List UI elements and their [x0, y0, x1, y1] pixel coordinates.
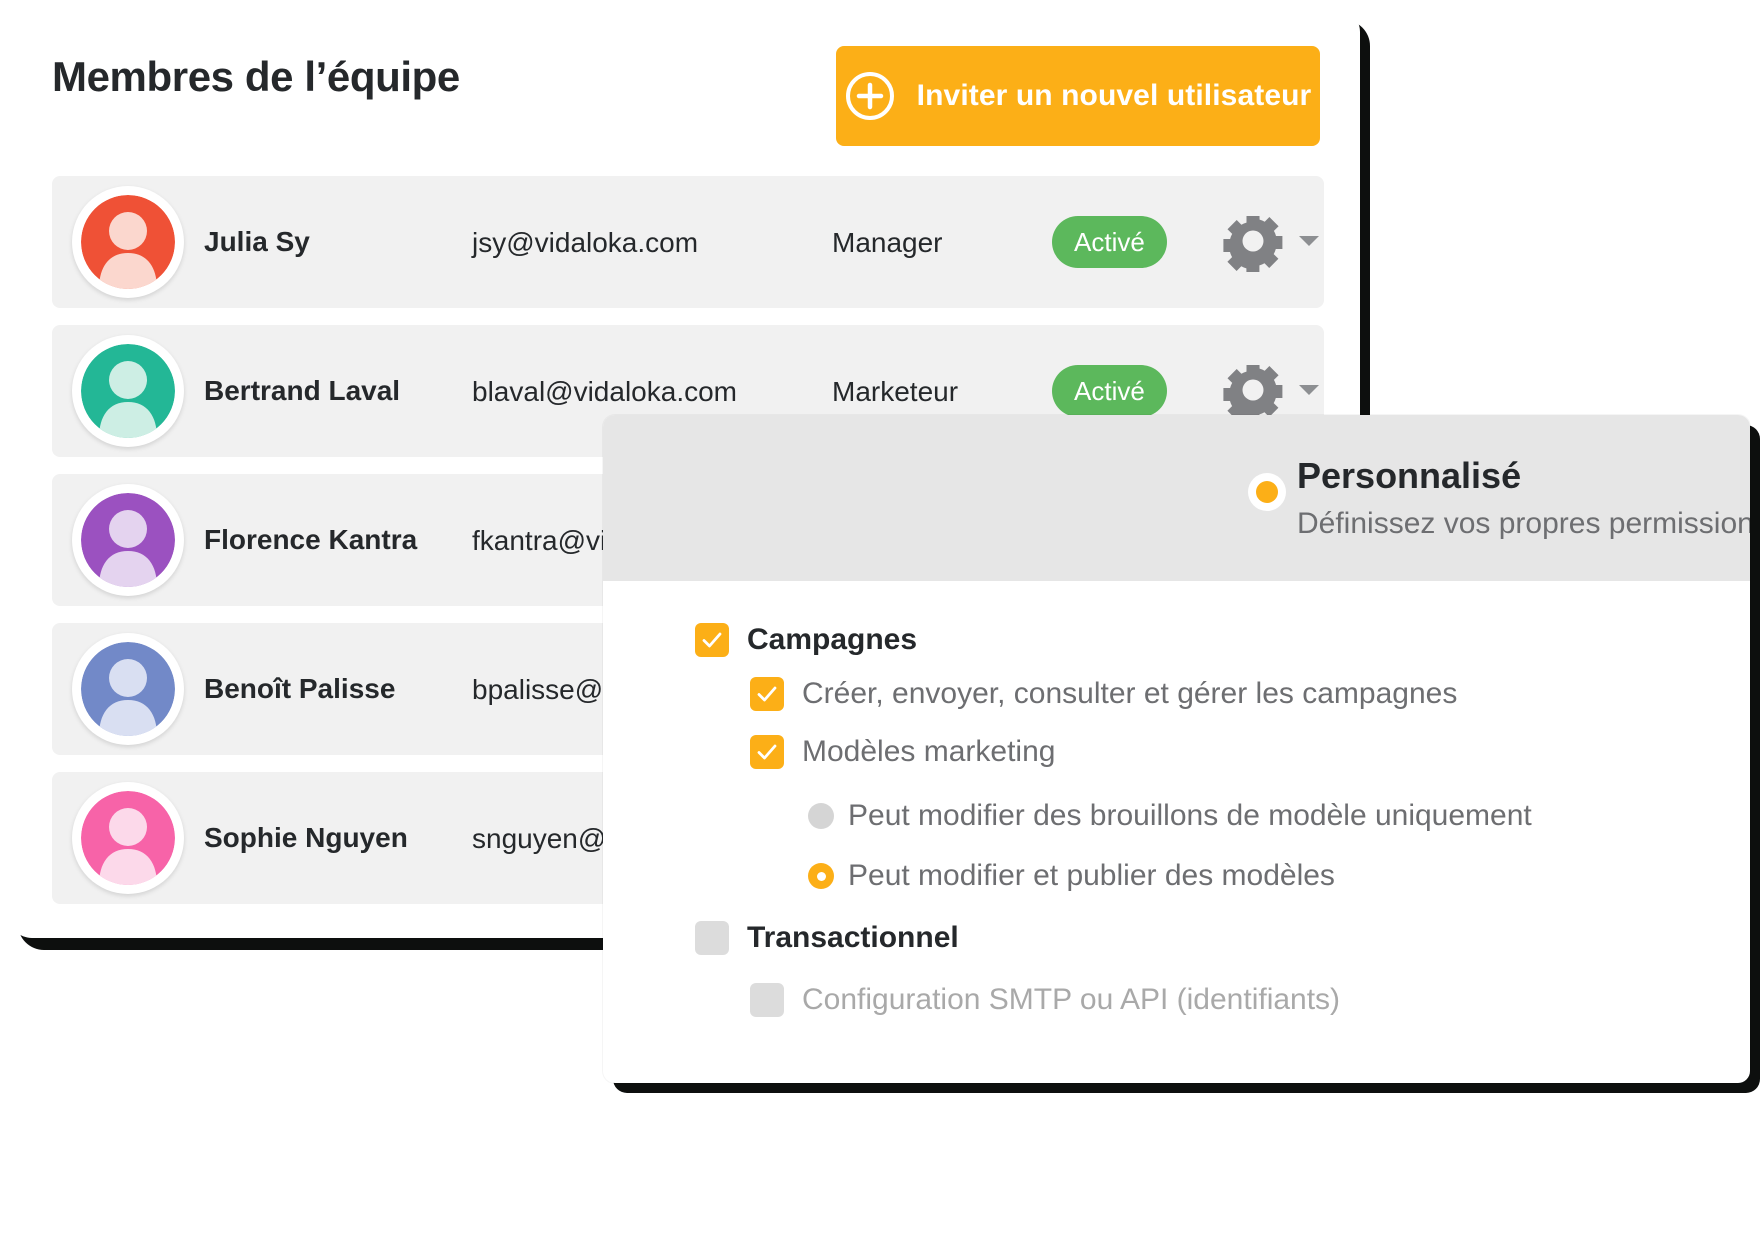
radio-selected-icon[interactable]	[808, 863, 834, 889]
member-email: jsy@vidaloka.com	[472, 227, 699, 258]
invite-user-label: Inviter un nouvel utilisateur	[916, 79, 1312, 112]
avatar	[72, 484, 184, 596]
permission-transactionnel[interactable]: Transactionnel	[695, 921, 959, 955]
table-row[interactable]: Julia Sy jsy@vidaloka.com Manager Activé	[52, 176, 1324, 308]
permission-label: Peut modifier et publier des modèles	[848, 859, 1335, 892]
permission-label: Créer, envoyer, consulter et gérer les c…	[802, 677, 1458, 710]
member-name: Julia Sy	[204, 226, 310, 257]
custom-permissions-radio[interactable]	[1248, 473, 1286, 511]
member-role: Manager	[832, 227, 943, 258]
invite-user-button[interactable]: Inviter un nouvel utilisateur	[836, 46, 1320, 146]
avatar	[72, 335, 184, 447]
checkbox-unchecked-icon[interactable]	[750, 983, 784, 1017]
checkbox-checked-icon[interactable]	[750, 677, 784, 711]
permission-label: Modèles marketing	[802, 735, 1056, 768]
checkbox-checked-icon[interactable]	[750, 735, 784, 769]
gear-icon	[1223, 216, 1283, 272]
permissions-panel-header[interactable]: Personnalisé Définissez vos propres perm…	[603, 415, 1750, 581]
permission-smtp-api[interactable]: Configuration SMTP ou API (identifiants)	[750, 983, 1340, 1017]
plus-circle-icon	[845, 72, 894, 120]
permission-label: Configuration SMTP ou API (identifiants)	[802, 983, 1341, 1016]
permission-label: Peut modifier des brouillons de modèle u…	[848, 799, 1532, 832]
permission-label: Campagnes	[747, 623, 918, 656]
avatar	[72, 186, 184, 298]
team-card-header: Membres de l’équipe Inviter un nouvel ut…	[8, 8, 1360, 158]
status-badge: Activé	[1052, 216, 1167, 268]
member-name: Bertrand Laval	[204, 375, 401, 406]
permissions-panel: Personnalisé Définissez vos propres perm…	[603, 415, 1750, 1083]
permission-modifier-publier[interactable]: Peut modifier et publier des modèles	[808, 859, 1335, 893]
permission-modeles-marketing[interactable]: Modèles marketing	[750, 735, 1055, 769]
member-name: Sophie Nguyen	[204, 822, 408, 853]
checkbox-checked-icon[interactable]	[695, 623, 729, 657]
permissions-title: Personnalisé	[1297, 455, 1522, 496]
permission-label: Transactionnel	[747, 921, 959, 954]
permission-brouillons-uniquement[interactable]: Peut modifier des brouillons de modèle u…	[808, 799, 1532, 833]
member-name: Benoît Palisse	[204, 673, 396, 704]
gear-icon	[1223, 365, 1283, 421]
radio-unselected-icon[interactable]	[808, 803, 834, 829]
permissions-subtitle: Définissez vos propres permissions	[1297, 507, 1750, 540]
chevron-down-icon	[1299, 236, 1319, 246]
row-settings-menu[interactable]	[1222, 359, 1320, 421]
member-email: blaval@vidaloka.com	[472, 376, 737, 407]
chevron-down-icon	[1299, 385, 1319, 395]
checkbox-unchecked-icon[interactable]	[695, 921, 729, 955]
member-role: Marketeur	[832, 376, 959, 407]
status-badge: Activé	[1052, 365, 1167, 417]
radio-dot-icon	[1256, 481, 1278, 503]
permissions-list: Campagnes Créer, envoyer, consulter et g…	[603, 581, 1750, 1083]
page-title: Membres de l’équipe	[52, 53, 460, 100]
row-settings-menu[interactable]	[1222, 210, 1320, 272]
avatar	[72, 782, 184, 894]
avatar	[72, 633, 184, 745]
screenshot-root: Membres de l’équipe Inviter un nouvel ut…	[0, 0, 1760, 1240]
permission-campagnes[interactable]: Campagnes	[695, 623, 917, 657]
permission-creer-campagnes[interactable]: Créer, envoyer, consulter et gérer les c…	[750, 677, 1457, 711]
member-name: Florence Kantra	[204, 524, 418, 555]
